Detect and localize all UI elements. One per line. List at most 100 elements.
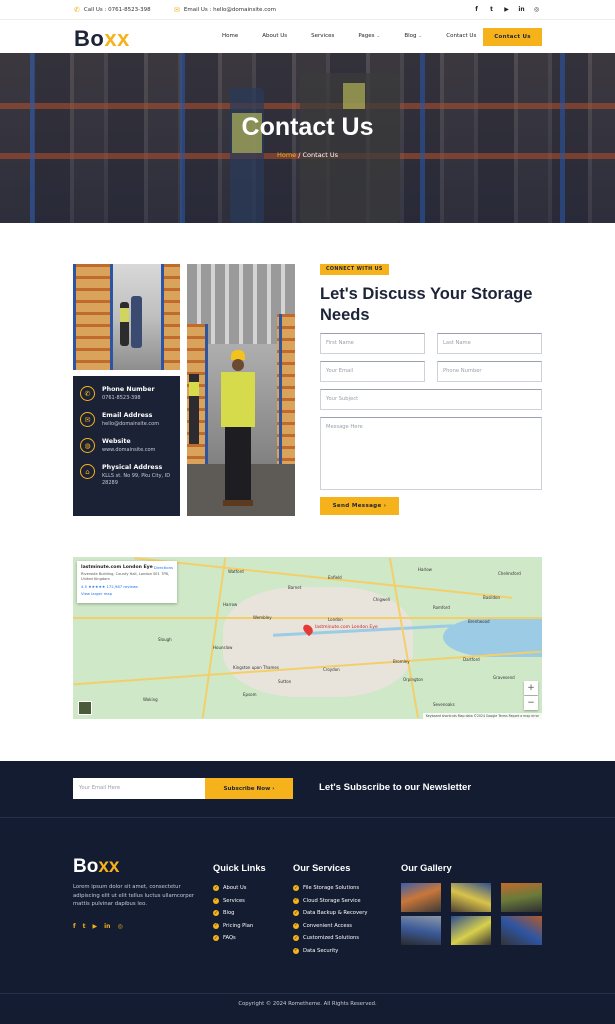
- warehouse-photo-worker: [187, 264, 295, 516]
- linkedin-icon[interactable]: in: [517, 5, 526, 14]
- email-field[interactable]: Your Email: [320, 361, 425, 382]
- service-item[interactable]: ✓ Cloud Storage Service: [293, 895, 367, 908]
- warehouse-photo-aisle: [73, 264, 180, 370]
- info-phone-value: 0761-8523-398: [102, 395, 141, 401]
- info-email-title: Email Address: [102, 412, 153, 419]
- quick-link-item[interactable]: ✓ Blog: [213, 907, 253, 920]
- send-message-button[interactable]: Send Message ›: [320, 497, 399, 515]
- quick-link-item[interactable]: ✓ About Us: [213, 882, 253, 895]
- linkedin-icon[interactable]: in: [104, 923, 110, 930]
- quick-link-label: Pricing Plan: [223, 922, 254, 929]
- hero-banner: Contact Us Home / Contact Us: [0, 53, 615, 223]
- gallery-title: Our Gallery: [401, 863, 452, 873]
- service-item[interactable]: ✓ Data Security: [293, 945, 367, 958]
- site-logo[interactable]: Boxx: [74, 26, 130, 52]
- message-field[interactable]: Message Here: [320, 417, 542, 490]
- gallery-image[interactable]: [501, 883, 542, 912]
- map-place-rating[interactable]: 4.5 ★★★★★ 172,987 reviews: [81, 584, 173, 589]
- nav-blog[interactable]: Blog: [404, 33, 422, 39]
- instagram-icon[interactable]: ◎: [117, 923, 122, 930]
- map-pin-label: lastminute.com London Eye: [315, 625, 378, 630]
- logo-text: Bo: [74, 26, 105, 51]
- topbar-phone[interactable]: ✆ Call Us : 0761-8523-398: [74, 6, 151, 14]
- nav-home[interactable]: Home: [222, 33, 238, 39]
- last-name-field[interactable]: Last Name: [437, 333, 542, 354]
- info-address-title: Physical Address: [102, 464, 163, 471]
- youtube-icon[interactable]: ▶: [502, 5, 511, 14]
- check-icon: ✓: [213, 885, 219, 892]
- phone-field[interactable]: Phone Number: [437, 361, 542, 382]
- nav-contact[interactable]: Contact Us: [446, 33, 476, 39]
- nav-about[interactable]: About Us: [262, 33, 287, 39]
- check-icon: ✓: [293, 897, 299, 904]
- location-map[interactable]: Watford Enfield Harlow Barnet Chigwell H…: [73, 557, 542, 719]
- map-place-label: Harrow: [223, 602, 238, 607]
- breadcrumb: Home / Contact Us: [0, 151, 615, 159]
- service-item[interactable]: ✓ Convenient Access: [293, 920, 367, 933]
- quick-links-list: ✓ About Us ✓ Services ✓ Blog ✓ Pricing Plan …: [213, 882, 253, 945]
- map-place-label: Hounslow: [213, 645, 233, 650]
- service-label: Data Backup & Recovery: [303, 910, 368, 917]
- quick-link-label: Blog: [223, 910, 235, 917]
- topbar-phone-text: Call Us : 0761-8523-398: [83, 7, 151, 13]
- quick-link-item[interactable]: ✓ Pricing Plan: [213, 920, 253, 933]
- gallery-image[interactable]: [451, 916, 491, 945]
- twitter-icon[interactable]: t: [487, 5, 496, 14]
- info-email-value: hello@domainsite.com: [102, 421, 160, 427]
- map-place-label: Harlow: [418, 567, 432, 572]
- check-icon: ✓: [213, 910, 219, 917]
- map-place-label: Slough: [158, 637, 172, 642]
- twitter-icon[interactable]: t: [83, 923, 86, 930]
- facebook-icon[interactable]: f: [472, 5, 481, 14]
- header-contact-button[interactable]: Contact Us: [483, 28, 542, 46]
- breadcrumb-home[interactable]: Home: [277, 151, 296, 159]
- photo-trousers: [225, 427, 251, 502]
- quick-link-item[interactable]: ✓ FAQs: [213, 932, 253, 945]
- hero-driver-vest: [343, 83, 365, 109]
- subscribe-button[interactable]: Subscribe Now ›: [205, 778, 293, 799]
- photo-person: [131, 296, 142, 348]
- footer-socials: f t ▶ in ◎: [73, 923, 123, 930]
- map-larger-link[interactable]: View larger map: [81, 591, 173, 596]
- logo-accent: xx: [104, 26, 130, 51]
- gallery-image[interactable]: [401, 883, 441, 912]
- info-website: ◍ Website www.domainsite.com: [80, 438, 173, 454]
- contact-info-box: ✆ Phone Number 0761-8523-398 ✉ Email Addr…: [73, 376, 180, 516]
- instagram-icon[interactable]: ◎: [532, 5, 541, 14]
- gallery-image[interactable]: [401, 916, 441, 945]
- info-phone-title: Phone Number: [102, 386, 155, 393]
- contact-heading: Let's Discuss Your Storage Needs: [320, 285, 533, 324]
- footer-logo[interactable]: Boxx: [73, 856, 119, 878]
- services-list: ✓ File Storage Solutions ✓ Cloud Storage S…: [293, 882, 367, 957]
- nav-services[interactable]: Services: [311, 33, 334, 39]
- topbar-email-text: Email Us : hello@domainsite.com: [183, 7, 276, 13]
- quick-link-item[interactable]: ✓ Services: [213, 895, 253, 908]
- map-zoom-in-button[interactable]: +: [524, 681, 538, 695]
- subject-field[interactable]: Your Subject: [320, 389, 542, 410]
- photo-bg-vest: [189, 382, 199, 396]
- service-item[interactable]: ✓ Data Backup & Recovery: [293, 907, 367, 920]
- email-icon: ✉: [174, 6, 180, 14]
- map-place-address: Riverside Building, County Hall, London …: [81, 572, 170, 581]
- map-layers-thumbnail[interactable]: [78, 701, 92, 715]
- facebook-icon[interactable]: f: [73, 923, 76, 930]
- main-header: Boxx Home About Us Services Pages Blog C…: [0, 21, 615, 53]
- nav-pages[interactable]: Pages: [358, 33, 380, 39]
- youtube-icon[interactable]: ▶: [93, 923, 98, 930]
- topbar-socials: f t ▶ in ◎: [472, 5, 541, 14]
- info-website-value: www.domainsite.com: [102, 447, 156, 453]
- map-directions-link[interactable]: Directions: [154, 565, 173, 570]
- gallery-image[interactable]: [501, 916, 542, 945]
- service-label: File Storage Solutions: [303, 885, 360, 892]
- service-item[interactable]: ✓ Customized Solutions: [293, 932, 367, 945]
- map-zoom-out-button[interactable]: −: [524, 696, 538, 710]
- newsletter-email-input[interactable]: Your Email Here: [73, 778, 205, 799]
- map-place-label: Barnet: [288, 585, 302, 590]
- gallery-image[interactable]: [451, 883, 491, 912]
- copyright-text: Copyright © 2024 Rometheme. All Rights R…: [238, 1001, 377, 1007]
- first-name-field[interactable]: First Name: [320, 333, 425, 354]
- info-phone: ✆ Phone Number 0761-8523-398: [80, 386, 173, 402]
- photo-rack-post: [161, 264, 164, 370]
- service-item[interactable]: ✓ File Storage Solutions: [293, 882, 367, 895]
- topbar-email[interactable]: ✉ Email Us : hello@domainsite.com: [174, 6, 276, 14]
